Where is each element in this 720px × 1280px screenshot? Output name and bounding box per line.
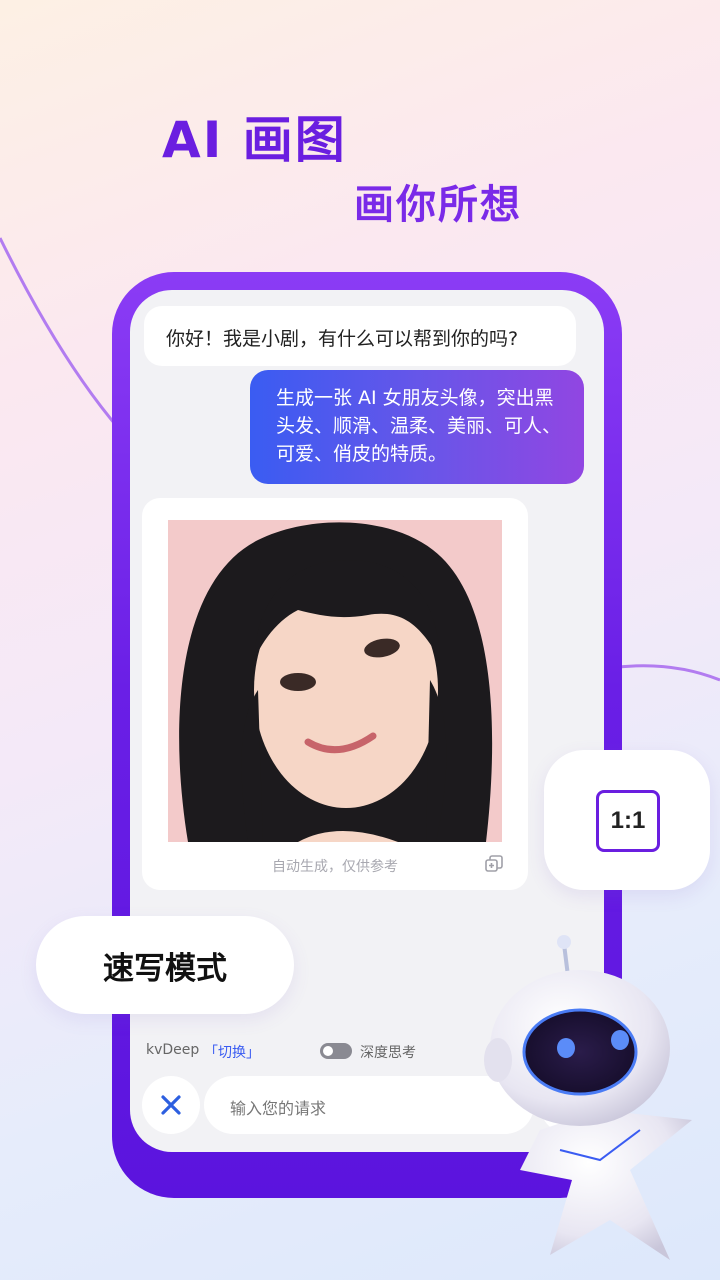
copy-icon[interactable] — [484, 854, 504, 874]
robot-mascot — [480, 930, 710, 1270]
sketch-mode-button[interactable]: 速写模式 — [36, 916, 294, 1014]
image-caption: 自动生成，仅供参考 — [272, 859, 398, 875]
generated-image-card: 自动生成，仅供参考 — [142, 498, 528, 890]
aspect-ratio-value: 1:1 — [596, 790, 660, 852]
deep-think-toggle[interactable] — [320, 1043, 352, 1059]
close-button[interactable] — [142, 1076, 200, 1134]
generated-portrait-image[interactable] — [168, 520, 502, 842]
hero-subtitle: 画你所想 — [354, 182, 522, 228]
model-name: kvDeep — [146, 1042, 200, 1058]
hero-title: AI 画图 — [162, 111, 347, 169]
deep-think-label: 深度思考 — [360, 1045, 416, 1061]
bot-message-bubble: 你好！我是小剧，有什么可以帮到你的吗? — [144, 306, 576, 366]
aspect-ratio-card[interactable]: 1:1 — [544, 750, 710, 890]
switch-model-link[interactable]: 「切换」 — [204, 1042, 260, 1062]
close-icon — [161, 1095, 181, 1115]
user-message-bubble: 生成一张 AI 女朋友头像，突出黑头发、顺滑、温柔、美丽、可人、可爱、俏皮的特质… — [250, 370, 584, 484]
toggle-knob — [323, 1046, 333, 1056]
